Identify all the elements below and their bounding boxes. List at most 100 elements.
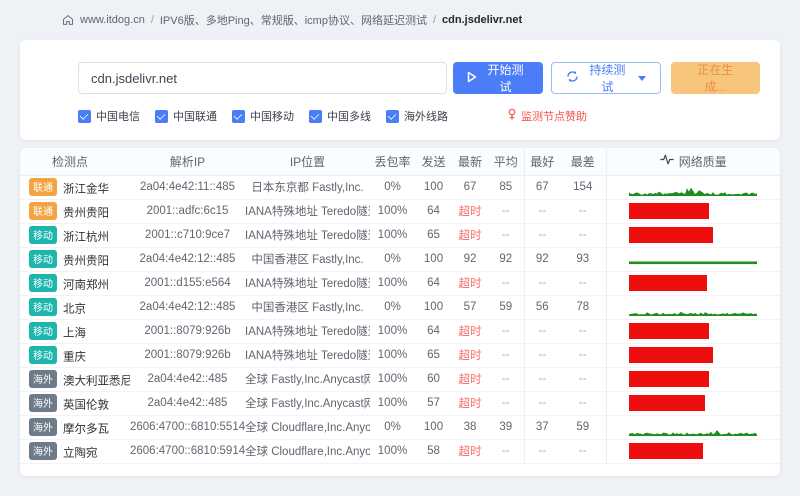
header-sent: 发送 bbox=[415, 148, 452, 176]
avg-latency: 85 bbox=[488, 175, 524, 200]
results-table-head: 检测点 解析IP IP位置 丢包率 发送 最新 平均 最好 最差 网络质量 bbox=[20, 148, 780, 176]
best-latency: -- bbox=[523, 199, 560, 224]
ip-location: 中国香港区 Fastly,Inc. bbox=[245, 247, 370, 272]
worst-latency: -- bbox=[560, 223, 606, 248]
table-row: 移动上海 2001::8079:926b IANA特殊地址 Teredo隧道地址… bbox=[20, 319, 780, 344]
line-filter[interactable]: 中国电信 bbox=[78, 108, 140, 124]
sent-count: 64 bbox=[415, 319, 452, 344]
results-table: 检测点 解析IP IP位置 丢包率 发送 最新 平均 最好 最差 网络质量 联通… bbox=[20, 148, 780, 476]
sent-count: 57 bbox=[415, 391, 452, 416]
table-row: 海外 澳大利亚悉尼 2a04:4e42::485 全球 Fastly,Inc.An… bbox=[20, 367, 780, 392]
loss-rate: 0% bbox=[370, 295, 415, 320]
loss-rate: 0% bbox=[370, 415, 415, 440]
header-ip-location: IP位置 bbox=[245, 148, 370, 176]
network-quality-graph bbox=[605, 199, 780, 224]
checkbox-checked-icon[interactable] bbox=[232, 109, 245, 123]
ip-location: 中国香港区 Fastly,Inc. bbox=[245, 295, 370, 320]
resolved-ip: 2a04:4e42:12::485 bbox=[130, 247, 245, 272]
ip-location: IANA特殊地址 Teredo隧道地址 bbox=[245, 319, 370, 344]
node-city: 贵州贵阳 bbox=[63, 255, 109, 268]
continuous-test-button[interactable]: 持续测试 bbox=[551, 62, 661, 94]
sponsor-link[interactable]: 监测节点赞助 bbox=[507, 108, 587, 124]
loss-rate: 100% bbox=[370, 343, 415, 368]
resolved-ip: 2a04:4e42:12::485 bbox=[130, 295, 245, 320]
network-quality-graph bbox=[605, 271, 780, 296]
breadcrumb: www.itdog.cn / IPV6版、多地Ping、常规版、icmp协议、网… bbox=[0, 0, 800, 28]
avg-latency: 92 bbox=[488, 247, 524, 272]
checkbox-checked-icon[interactable] bbox=[78, 109, 91, 123]
caret-down-icon bbox=[637, 75, 646, 81]
node-city: 北京 bbox=[63, 303, 86, 316]
resolved-ip: 2606:4700::6810:5914 bbox=[130, 439, 245, 464]
header-best: 最好 bbox=[523, 148, 560, 176]
table-row: 海外 摩尔多瓦 2606:4700::6810:5514 全球 Cloudflar… bbox=[20, 415, 780, 440]
loss-rate: 100% bbox=[370, 199, 415, 224]
line-filter[interactable]: 中国联通 bbox=[155, 108, 217, 124]
best-latency: -- bbox=[523, 223, 560, 248]
host-input[interactable] bbox=[78, 62, 447, 94]
avg-latency: -- bbox=[488, 343, 524, 368]
page: { "breadcrumb": { "site": "www.itdog.cn"… bbox=[0, 0, 800, 496]
ip-location: 日本东京都 Fastly,Inc. bbox=[245, 175, 370, 200]
resolved-ip: 2001::8079:926b bbox=[130, 319, 245, 344]
start-test-button[interactable]: 开始测试 bbox=[452, 62, 543, 94]
resolved-ip: 2a04:4e42::485 bbox=[130, 391, 245, 416]
test-panel: 开始测试 持续测试 正在生成... 中国电信 中国联通 中国移动 中国多线 海外… bbox=[20, 40, 780, 140]
network-quality-graph bbox=[605, 175, 780, 200]
header-avg: 平均 bbox=[488, 148, 524, 176]
carrier-badge: 海外 bbox=[29, 441, 57, 460]
breadcrumb-path: IPV6版、多地Ping、常规版、icmp协议、网络延迟测试 bbox=[159, 15, 427, 27]
loss-rate: 0% bbox=[370, 175, 415, 200]
carrier-badge: 移动 bbox=[29, 321, 57, 340]
avg-latency: -- bbox=[488, 271, 524, 296]
worst-latency: 78 bbox=[560, 295, 606, 320]
header-latest: 最新 bbox=[452, 148, 488, 176]
line-filter-label: 中国移动 bbox=[250, 111, 294, 123]
checkbox-checked-icon[interactable] bbox=[309, 109, 322, 123]
checkbox-checked-icon[interactable] bbox=[386, 109, 399, 123]
sent-count: 100 bbox=[415, 247, 452, 272]
loop-icon bbox=[566, 70, 579, 86]
checkbox-checked-icon[interactable] bbox=[155, 109, 168, 123]
best-latency: 56 bbox=[523, 295, 560, 320]
line-filter[interactable]: 中国移动 bbox=[232, 108, 294, 124]
table-row: 移动重庆 2001::8079:926b IANA特殊地址 Teredo隧道地址… bbox=[20, 343, 780, 368]
latest-latency: 超时 bbox=[452, 199, 488, 224]
resolved-ip: 2606:4700::6810:5514 bbox=[130, 415, 245, 440]
line-filter-label: 中国联通 bbox=[173, 111, 217, 123]
loss-rate: 100% bbox=[370, 391, 415, 416]
line-filter[interactable]: 中国多线 bbox=[309, 108, 371, 124]
resolved-ip: 2a04:4e42:11::485 bbox=[130, 175, 245, 200]
line-filter[interactable]: 海外线路 bbox=[386, 108, 448, 124]
best-latency: -- bbox=[523, 319, 560, 344]
carrier-badge: 联通 bbox=[29, 177, 57, 196]
avg-latency: -- bbox=[488, 319, 524, 344]
carrier-badge: 联通 bbox=[29, 201, 57, 220]
latest-latency: 67 bbox=[452, 175, 488, 200]
table-row: 海外 立陶宛 2606:4700::6810:5914 全球 Cloudflare… bbox=[20, 439, 780, 464]
sent-count: 60 bbox=[415, 367, 452, 392]
avg-latency: 39 bbox=[488, 415, 524, 440]
carrier-badge: 移动 bbox=[29, 345, 57, 364]
node-city: 河南郑州 bbox=[63, 279, 109, 292]
latest-latency: 超时 bbox=[452, 271, 488, 296]
loss-rate: 100% bbox=[370, 271, 415, 296]
generating-button: 正在生成... bbox=[670, 62, 760, 94]
resolved-ip: 2001::8079:926b bbox=[130, 343, 245, 368]
table-row: 移动 贵州贵阳 2a04:4e42:12::485 中国香港区 Fastly,In… bbox=[20, 247, 780, 272]
network-quality-graph bbox=[605, 367, 780, 392]
table-row: 海外 英国伦敦 2a04:4e42::485 全球 Fastly,Inc.Anyc… bbox=[20, 391, 780, 416]
latest-latency: 92 bbox=[452, 247, 488, 272]
table-row: 移动 北京 2a04:4e42:12::485 中国香港区 Fastly,Inc.… bbox=[20, 295, 780, 320]
best-latency: -- bbox=[523, 343, 560, 368]
table-row: 联通 浙江金华 2a04:4e42:11::485 日本东京都 Fastly,In… bbox=[20, 175, 780, 200]
latest-latency: 超时 bbox=[452, 223, 488, 248]
loss-rate: 100% bbox=[370, 439, 415, 464]
breadcrumb-site[interactable]: www.itdog.cn bbox=[80, 14, 145, 26]
ip-location: 全球 Cloudflare,Inc.Anycast网段 bbox=[245, 439, 370, 464]
ip-location: 全球 Fastly,Inc.Anycast网段 bbox=[245, 391, 370, 416]
breadcrumb-separator: / bbox=[432, 14, 437, 26]
line-filter-label: 中国电信 bbox=[96, 111, 140, 123]
sent-count: 100 bbox=[415, 175, 452, 200]
avg-latency: 59 bbox=[488, 295, 524, 320]
